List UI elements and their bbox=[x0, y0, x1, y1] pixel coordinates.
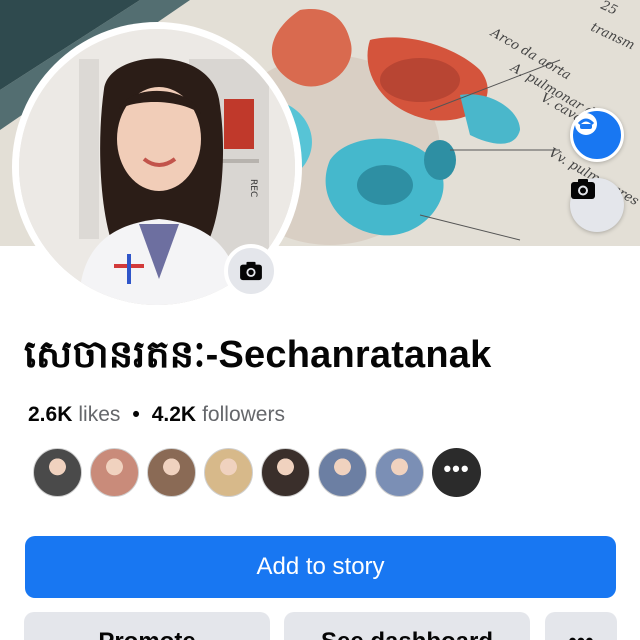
add-to-story-label: Add to story bbox=[256, 553, 385, 580]
follower-avatar[interactable] bbox=[261, 448, 310, 497]
follower-avatar[interactable] bbox=[318, 448, 367, 497]
rec-label: REC bbox=[248, 179, 258, 197]
page-stats: 2.6K likes • 4.2K followers bbox=[28, 403, 285, 427]
likes-count[interactable]: 2.6K bbox=[28, 403, 72, 427]
page-name: សេចានរតនៈ-Sechanratanak bbox=[24, 334, 492, 376]
follower-avatar[interactable] bbox=[90, 448, 139, 497]
add-to-story-button[interactable]: + Add to story bbox=[25, 536, 616, 598]
follower-avatars: ••• bbox=[33, 448, 481, 497]
promote-button[interactable]: Promote bbox=[24, 612, 270, 640]
more-options-button[interactable]: ••• bbox=[545, 612, 617, 640]
avatar-button[interactable] bbox=[570, 108, 624, 162]
follower-avatar[interactable] bbox=[204, 448, 253, 497]
edit-profile-picture-button[interactable] bbox=[224, 244, 278, 298]
more-followers-icon: ••• bbox=[443, 455, 470, 481]
follower-avatar[interactable] bbox=[147, 448, 196, 497]
followers-label[interactable]: followers bbox=[202, 403, 285, 427]
follower-avatar[interactable] bbox=[33, 448, 82, 497]
follower-avatar[interactable] bbox=[375, 448, 424, 497]
edit-cover-button[interactable] bbox=[570, 178, 624, 232]
promote-label: Promote bbox=[98, 628, 195, 640]
more-followers-button[interactable]: ••• bbox=[432, 448, 481, 497]
more-options-icon: ••• bbox=[568, 628, 593, 640]
camera-icon bbox=[240, 261, 262, 281]
camera-icon bbox=[571, 179, 595, 199]
avatar-icon bbox=[575, 113, 597, 135]
stats-separator: • bbox=[132, 403, 140, 426]
followers-count[interactable]: 4.2K bbox=[152, 403, 196, 427]
see-dashboard-button[interactable]: See dashboard bbox=[284, 612, 530, 640]
likes-label[interactable]: likes bbox=[78, 403, 120, 427]
see-dashboard-label: See dashboard bbox=[321, 628, 493, 640]
